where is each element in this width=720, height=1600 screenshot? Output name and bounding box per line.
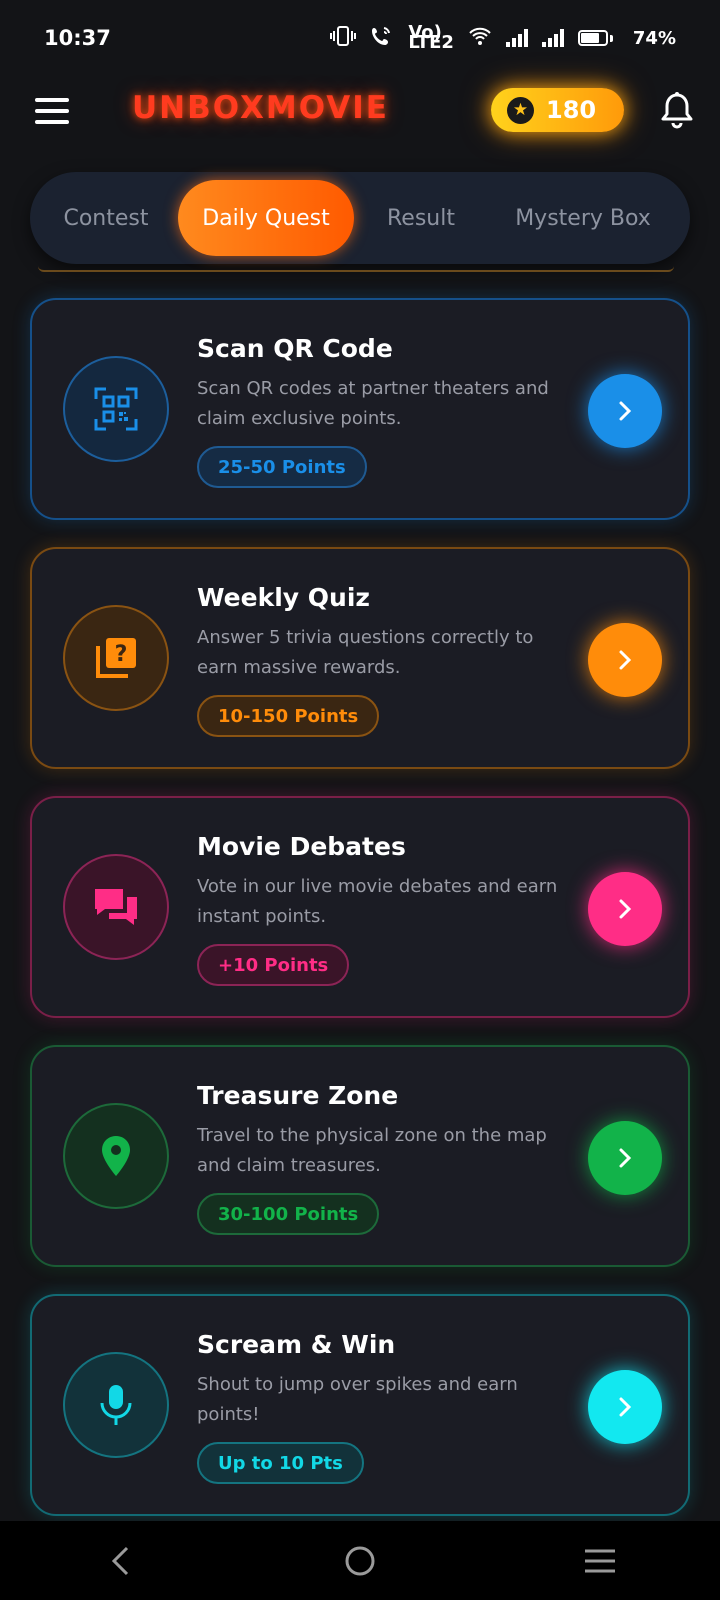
star-coin-icon: ★ <box>507 96 534 124</box>
microphone-icon <box>63 1352 169 1458</box>
notification-bell-icon[interactable] <box>660 92 694 130</box>
points-badge: Up to 10 Pts <box>197 1442 364 1484</box>
go-button[interactable] <box>588 374 662 448</box>
points-badge: 10-150 Points <box>197 695 380 737</box>
points-badge: 30-100 Points <box>197 1193 380 1235</box>
card-description: Shout to jump over spikes and earn point… <box>197 1374 518 1425</box>
hamburger-menu-icon[interactable] <box>35 98 69 124</box>
card-title: Treasure Zone <box>197 1081 399 1110</box>
map-pin-icon <box>63 1103 169 1209</box>
coin-count: 180 <box>546 96 597 124</box>
wifi-icon <box>468 26 492 51</box>
card-description: Scan QR codes at partner theaters and cl… <box>197 378 549 429</box>
wifi-calling-icon <box>370 25 394 52</box>
lte-text: LTE2 <box>408 32 454 53</box>
quest-card-movie-debates[interactable]: Movie Debates Vote in our live movie deb… <box>30 796 690 1018</box>
go-button[interactable] <box>588 623 662 697</box>
signal-icon-1 <box>505 29 528 47</box>
card-title: Movie Debates <box>197 832 406 861</box>
tab-contest[interactable]: Contest <box>46 180 166 256</box>
battery-percent: 74% <box>632 27 676 49</box>
quest-card-scan-qr[interactable]: Scan QR Code Scan QR codes at partner th… <box>30 298 690 520</box>
quest-card-weekly-quiz[interactable]: ? Weekly Quiz Answer 5 trivia questions … <box>30 547 690 769</box>
back-icon[interactable] <box>80 1531 160 1591</box>
go-button[interactable] <box>588 1121 662 1195</box>
previous-card-edge <box>38 266 674 272</box>
tab-bar: Contest Daily Quest Result Mystery Box <box>30 172 690 264</box>
status-time: 10:37 <box>44 26 111 50</box>
card-description: Vote in our live movie debates and earn … <box>197 876 558 927</box>
go-button[interactable] <box>588 872 662 946</box>
status-bar: 10:37 Vo) LTE2 74% <box>0 0 720 76</box>
chevron-right-icon <box>619 899 632 919</box>
quest-card-treasure-zone[interactable]: Treasure Zone Travel to the physical zon… <box>30 1045 690 1267</box>
system-nav-bar <box>0 1521 720 1600</box>
card-description: Travel to the physical zone on the map a… <box>197 1125 547 1176</box>
brand-logo: UNBOXMOVIE <box>132 90 389 126</box>
quest-card-scream-win[interactable]: Scream & Win Shout to jump over spikes a… <box>30 1294 690 1516</box>
status-icons: Vo) LTE2 74% <box>330 24 676 53</box>
volte-label: Vo) LTE2 <box>408 24 454 53</box>
quiz-icon: ? <box>63 605 169 711</box>
chat-bubbles-icon <box>63 854 169 960</box>
points-badge: 25-50 Points <box>197 446 367 488</box>
recents-menu-icon[interactable] <box>560 1531 640 1591</box>
home-icon[interactable] <box>320 1531 400 1591</box>
card-description: Answer 5 trivia questions correctly to e… <box>197 627 534 678</box>
chevron-right-icon <box>619 401 632 421</box>
chevron-right-icon <box>619 1397 632 1417</box>
tab-mystery-box[interactable]: Mystery Box <box>488 180 678 256</box>
svg-text:?: ? <box>115 642 128 667</box>
points-badge: +10 Points <box>197 944 350 986</box>
qr-code-icon <box>63 356 169 462</box>
card-title: Weekly Quiz <box>197 583 370 612</box>
chevron-right-icon <box>619 650 632 670</box>
card-title: Scan QR Code <box>197 334 393 363</box>
tab-result[interactable]: Result <box>366 180 476 256</box>
tab-daily-quest[interactable]: Daily Quest <box>178 180 354 256</box>
vibrate-icon <box>330 25 357 51</box>
coin-balance-button[interactable]: ★ 180 <box>491 88 624 132</box>
card-title: Scream & Win <box>197 1330 396 1359</box>
signal-icon-2 <box>541 29 564 47</box>
go-button[interactable] <box>588 1370 662 1444</box>
battery-icon <box>577 30 613 46</box>
chevron-right-icon <box>619 1148 632 1168</box>
app-header: UNBOXMOVIE ★ 180 <box>0 76 720 144</box>
